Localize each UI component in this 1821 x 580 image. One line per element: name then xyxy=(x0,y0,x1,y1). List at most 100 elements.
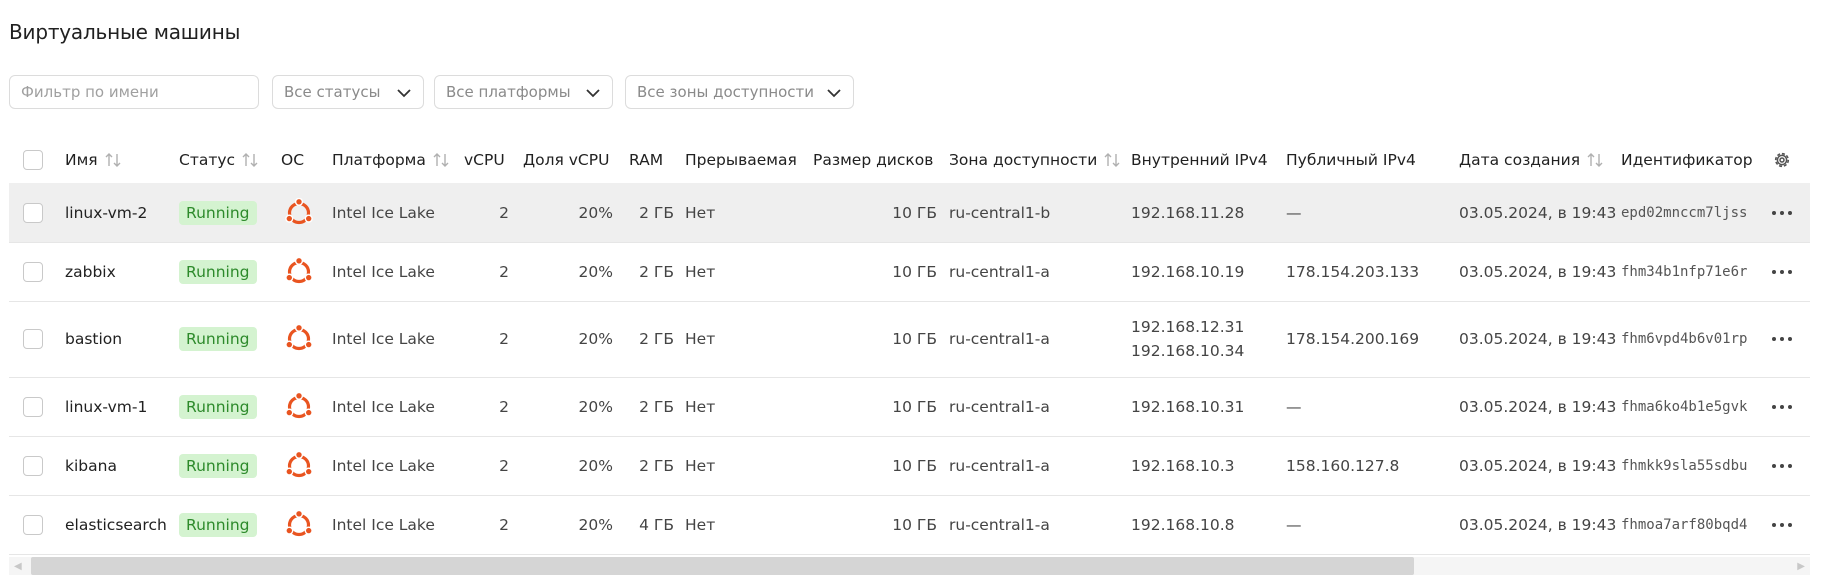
more-icon[interactable] xyxy=(1770,463,1794,469)
platform-select[interactable]: Все платформы xyxy=(434,75,613,109)
platform-value: Intel Ice Lake xyxy=(332,330,435,348)
name-filter-input[interactable] xyxy=(10,76,258,108)
ubuntu-icon xyxy=(285,256,313,283)
row-actions[interactable] xyxy=(1767,377,1797,436)
col-zone[interactable]: Зона доступности xyxy=(949,137,1124,183)
internal-ip-value: 192.168.10.34 xyxy=(1131,342,1245,360)
vm-name[interactable]: elasticsearch xyxy=(65,495,175,554)
col-platform[interactable]: Платформа xyxy=(332,137,452,183)
os-cell xyxy=(284,183,320,242)
row-checkbox[interactable] xyxy=(23,329,43,349)
ubuntu-icon xyxy=(285,450,313,477)
platform-value: Intel Ice Lake xyxy=(332,397,435,416)
vm-name[interactable]: linux-vm-1 xyxy=(65,377,175,436)
more-icon[interactable] xyxy=(1770,404,1794,410)
vcpu-value: 2 xyxy=(499,203,509,222)
sort-icon[interactable] xyxy=(1103,152,1121,168)
col-internal-ip-label: Внутренний IPv4 xyxy=(1131,151,1268,169)
scrollbar-thumb[interactable] xyxy=(31,557,1414,575)
more-icon[interactable] xyxy=(1770,269,1794,275)
col-vcpu-label: vCPU xyxy=(464,151,505,169)
scroll-right-icon[interactable]: ▶ xyxy=(1797,561,1805,572)
row-actions[interactable] xyxy=(1767,301,1797,377)
platform-value: Intel Ice Lake xyxy=(332,456,435,475)
status-badge: Running xyxy=(179,259,257,284)
zone-value: ru-central1-a xyxy=(949,515,1050,534)
sort-icon[interactable] xyxy=(104,152,122,168)
created-value: 03.05.2024, в 19:43 xyxy=(1459,456,1617,475)
row-select-cell xyxy=(23,183,49,242)
table-row[interactable]: bastion Running Intel Ice Lake 2 20% 2 ГБ Нет 1… xyxy=(9,301,1810,378)
preemptible-value: Нет xyxy=(685,262,716,281)
os-cell xyxy=(284,242,320,301)
horizontal-scrollbar[interactable]: ◀ ▶ xyxy=(9,557,1810,575)
row-checkbox[interactable] xyxy=(23,261,43,282)
row-actions[interactable] xyxy=(1767,436,1797,495)
table-row[interactable]: linux-vm-2 Running Intel Ice Lake 2 20% 2 ГБ Н… xyxy=(9,183,1810,243)
status-select[interactable]: Все статусы xyxy=(272,75,424,109)
row-checkbox[interactable] xyxy=(23,202,43,223)
preemptible-value: Нет xyxy=(685,330,716,348)
vm-id[interactable]: epd02mnccm7ljss xyxy=(1621,183,1754,242)
disk-size-value: 10 ГБ xyxy=(892,456,937,475)
vm-id[interactable]: fhma6ko4b1e5gvk xyxy=(1621,377,1754,436)
zone-select[interactable]: Все зоны доступности xyxy=(625,75,854,109)
internal-ip-cell: 192.168.10.19 xyxy=(1131,242,1276,301)
vm-id[interactable]: fhm34b1nfp71e6r xyxy=(1621,242,1754,301)
table-row[interactable]: elasticsearch Running Intel Ice Lake 2 20% 4 … xyxy=(9,495,1810,555)
name-filter[interactable] xyxy=(9,75,259,109)
vm-name[interactable]: linux-vm-2 xyxy=(65,183,175,242)
sort-icon[interactable] xyxy=(1586,152,1604,168)
row-actions[interactable] xyxy=(1767,495,1797,554)
vm-name[interactable]: zabbix xyxy=(65,242,175,301)
status-cell: Running xyxy=(179,183,269,242)
row-actions[interactable] xyxy=(1767,183,1797,242)
col-disk-size-label: Размер дисков xyxy=(813,151,934,169)
row-checkbox[interactable] xyxy=(23,455,43,476)
row-checkbox[interactable] xyxy=(23,396,43,417)
zone-select-value: Все зоны доступности xyxy=(637,83,815,101)
internal-ip-cell: 192.168.11.28 xyxy=(1131,183,1276,242)
sort-icon[interactable] xyxy=(432,152,450,168)
table-row[interactable]: kibana Running Intel Ice Lake 2 20% 2 ГБ Нет 10… xyxy=(9,436,1810,496)
status-badge: Running xyxy=(179,394,257,419)
col-created[interactable]: Дата создания xyxy=(1459,137,1614,183)
internal-ip-value: 192.168.11.28 xyxy=(1131,203,1245,222)
internal-ip-cell: 192.168.12.31 192.168.10.34 xyxy=(1131,301,1276,377)
vm-name[interactable]: bastion xyxy=(65,301,175,377)
more-icon[interactable] xyxy=(1770,336,1794,342)
ubuntu-icon xyxy=(285,509,313,536)
zone-value: ru-central1-a xyxy=(949,456,1050,475)
page-title: Виртуальные машины xyxy=(9,20,241,44)
row-select-cell xyxy=(23,242,49,301)
col-id-label: Идентификатор xyxy=(1621,151,1753,169)
col-vcpu-share: Доля vCPU xyxy=(523,137,623,183)
vm-name[interactable]: kibana xyxy=(65,436,175,495)
row-checkbox[interactable] xyxy=(23,514,43,535)
zone-value: ru-central1-a xyxy=(949,262,1050,281)
row-actions[interactable] xyxy=(1767,242,1797,301)
col-preemptible: Прерываемая xyxy=(685,137,805,183)
vcpu-value: 2 xyxy=(499,330,509,348)
status-cell: Running xyxy=(179,377,269,436)
sort-icon[interactable] xyxy=(241,152,259,168)
select-all-checkbox[interactable] xyxy=(23,150,43,170)
col-preemptible-label: Прерываемая xyxy=(685,151,797,169)
col-internal-ip: Внутренний IPv4 xyxy=(1131,137,1276,183)
more-icon[interactable] xyxy=(1770,522,1794,528)
vm-id[interactable]: fhmkk9sla55sdbu xyxy=(1621,436,1754,495)
col-status[interactable]: Статус xyxy=(179,137,269,183)
gear-icon[interactable] xyxy=(1772,150,1792,170)
column-settings[interactable] xyxy=(1767,137,1797,183)
scroll-left-icon[interactable]: ◀ xyxy=(14,561,22,572)
col-name[interactable]: Имя xyxy=(65,137,165,183)
table-row[interactable]: linux-vm-1 Running Intel Ice Lake 2 20% 2 ГБ Н… xyxy=(9,377,1810,437)
more-icon[interactable] xyxy=(1770,210,1794,216)
vm-id[interactable]: fhm6vpd4b6v01rp xyxy=(1621,301,1754,377)
vcpu-share-value: 20% xyxy=(578,203,613,222)
os-cell xyxy=(284,495,320,554)
col-vcpu-share-label: Доля vCPU xyxy=(523,151,610,169)
table-row[interactable]: zabbix Running Intel Ice Lake 2 20% 2 ГБ Нет 10… xyxy=(9,242,1810,302)
ram-value: 4 ГБ xyxy=(639,515,674,534)
vm-id[interactable]: fhmoa7arf80bqd4 xyxy=(1621,495,1754,554)
